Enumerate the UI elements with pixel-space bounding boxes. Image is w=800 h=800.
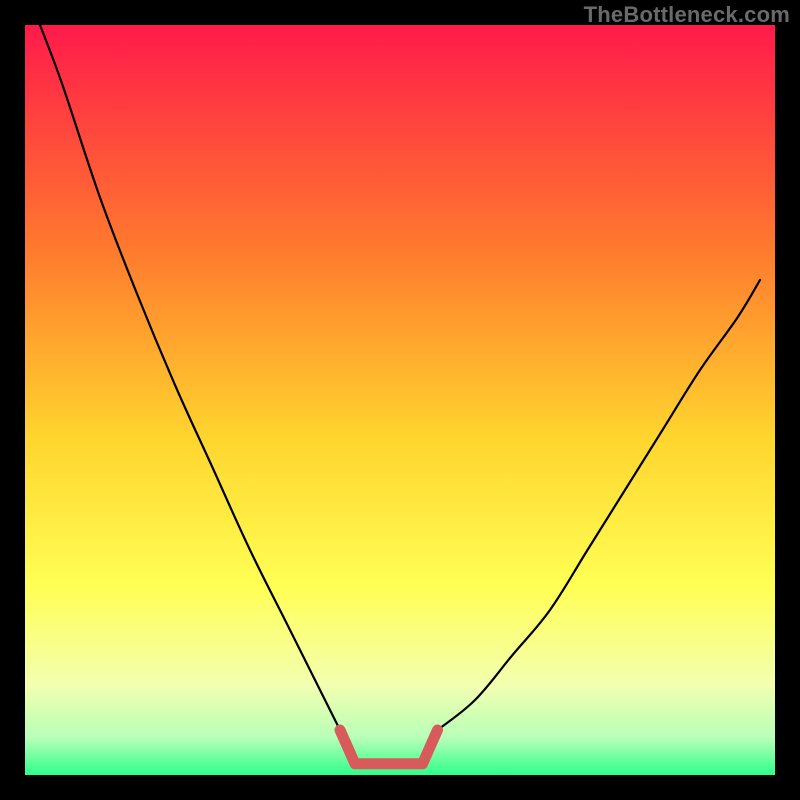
gradient-background	[25, 25, 775, 775]
watermark-text: TheBottleneck.com	[584, 2, 790, 28]
plot-svg	[25, 25, 775, 775]
chart-frame: TheBottleneck.com	[0, 0, 800, 800]
plot-area	[25, 25, 775, 775]
